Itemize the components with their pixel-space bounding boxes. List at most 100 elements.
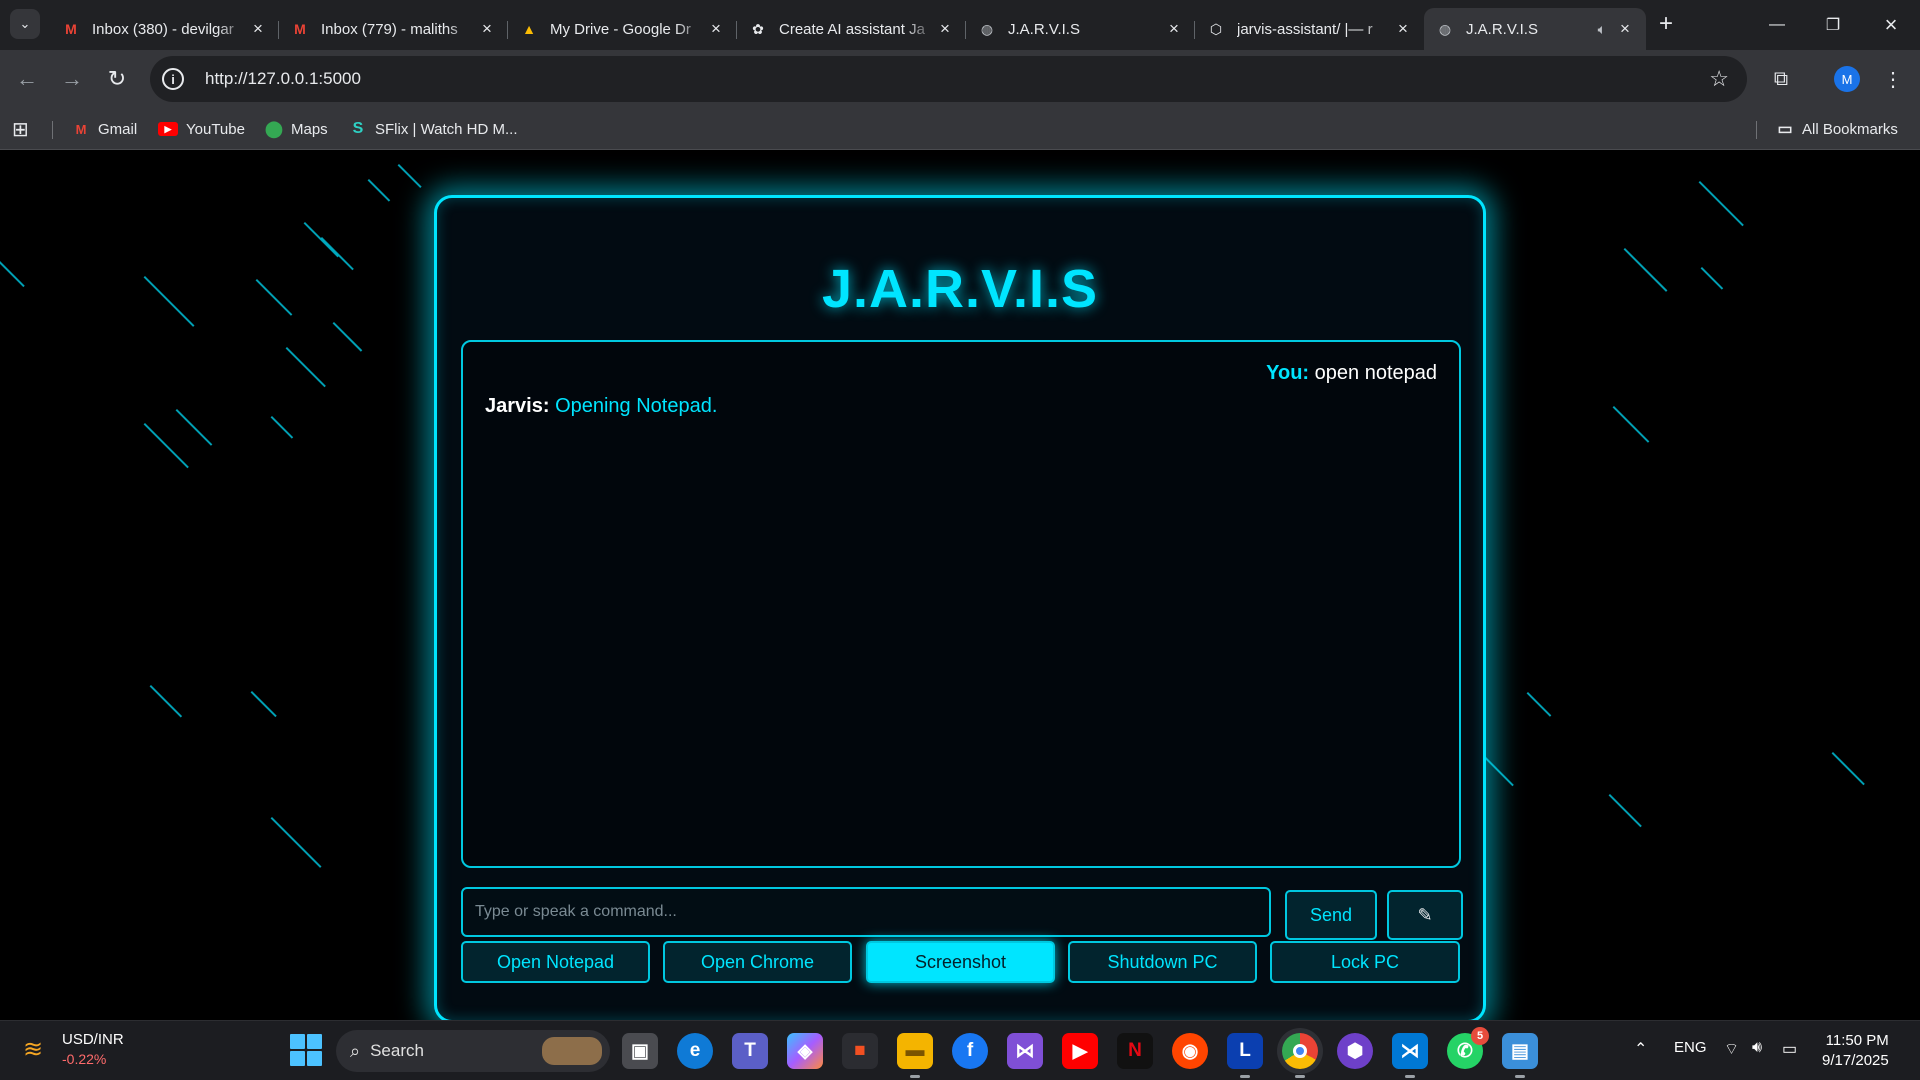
youtube-icon[interactable]: ▶ — [1062, 1033, 1098, 1069]
all-bookmarks-button[interactable]: ▭ All Bookmarks — [1776, 116, 1898, 142]
tab-search-button[interactable]: ⌄ — [10, 9, 40, 39]
chevron-up-icon[interactable]: ⌃ — [1634, 1039, 1647, 1059]
clock[interactable]: 11:50 PM 9/17/2025 — [1822, 1031, 1889, 1071]
assistant-message-text: Opening Notepad. — [555, 395, 718, 417]
gmail-icon: M — [75, 121, 87, 137]
tab-title: Create AI assistant Ja — [779, 20, 925, 38]
browser-tab-active[interactable]: ◍ J.A.R.V.I.S 🔈︎ × — [1424, 8, 1646, 50]
close-icon[interactable]: × — [1616, 19, 1634, 38]
close-icon[interactable]: × — [707, 19, 725, 38]
start-button[interactable] — [290, 1034, 322, 1066]
close-icon[interactable]: × — [936, 19, 954, 38]
whatsapp-icon[interactable]: ✆ 5 — [1447, 1027, 1489, 1069]
url-text[interactable]: http://127.0.0.1:5000 — [205, 69, 361, 89]
bookmark-gmail[interactable]: M Gmail — [72, 116, 138, 142]
apps-grid-icon: ⊞ — [12, 118, 29, 141]
browser-tab[interactable]: M Inbox (779) - maliths × — [279, 12, 508, 46]
close-icon[interactable]: × — [249, 19, 267, 38]
plus-icon: + — [1658, 10, 1673, 37]
volume-icon[interactable]: 🔊︎ — [1752, 1039, 1762, 1057]
reload-icon: ↻ — [107, 66, 127, 91]
netflix-icon[interactable]: N — [1117, 1033, 1153, 1069]
browser-tab[interactable]: M Inbox (380) - devilgar × — [50, 12, 279, 46]
address-bar[interactable]: i http://127.0.0.1:5000 ☆ — [150, 56, 1747, 102]
close-icon[interactable]: × — [1165, 19, 1183, 38]
tab-list: M Inbox (380) - devilgar × M Inbox (779)… — [50, 8, 1646, 50]
bookmark-youtube[interactable]: ▶ YouTube — [158, 116, 245, 142]
command-input[interactable] — [461, 887, 1271, 937]
shutdown-pc-button[interactable]: Shutdown PC — [1068, 941, 1257, 983]
visual-studio-icon[interactable]: ⋈ — [1007, 1033, 1043, 1069]
tab-title: jarvis-assistant/ |— r — [1237, 20, 1373, 38]
user-label: You: — [1266, 362, 1310, 384]
taskbar-search[interactable]: ⌕ Search — [336, 1030, 610, 1072]
browser-tab[interactable]: ✿ Create AI assistant Ja × — [737, 12, 966, 46]
all-bookmarks-label: All Bookmarks — [1802, 120, 1898, 138]
tab-title: Inbox (380) - devilgar — [92, 20, 234, 38]
extensions-button[interactable]: ⧉ — [1766, 64, 1796, 94]
light-streak — [255, 279, 293, 316]
light-streak — [1700, 267, 1724, 290]
globe-icon: ◍ — [980, 20, 994, 37]
copilot-icon[interactable]: ◈ — [787, 1033, 823, 1069]
bookmark-sflix[interactable]: S SFlix | Watch HD M... — [349, 116, 518, 142]
back-button[interactable]: ← — [12, 64, 42, 94]
open-notepad-button[interactable]: Open Notepad — [461, 941, 650, 983]
reddit-icon[interactable]: ◉ — [1172, 1033, 1208, 1069]
notepad-icon[interactable]: ▤ — [1502, 1033, 1538, 1078]
browser-tab[interactable]: ▲ My Drive - Google Dr × — [508, 12, 737, 46]
open-chrome-button[interactable]: Open Chrome — [663, 941, 852, 983]
tab-title: Inbox (779) - maliths — [321, 20, 458, 38]
light-streak — [143, 276, 195, 327]
close-icon[interactable]: × — [478, 19, 496, 38]
reload-button[interactable]: ↻ — [102, 64, 132, 94]
minimize-icon: — — [1769, 16, 1785, 33]
sflix-icon: S — [352, 120, 364, 137]
user-message-text: open notepad — [1314, 362, 1437, 384]
bookmark-maps[interactable]: ⬤ Maps — [265, 116, 328, 142]
task-view-icon[interactable]: ▣ — [622, 1033, 658, 1069]
ticker-change: -0.22% — [62, 1051, 107, 1067]
minimize-button[interactable]: — — [1748, 0, 1806, 50]
chevron-down-icon: ⌄ — [19, 16, 31, 31]
browser-tab[interactable]: ◍ J.A.R.V.I.S × — [966, 12, 1195, 46]
facebook-icon[interactable]: f — [952, 1033, 988, 1069]
speaker-icon[interactable]: 🔈︎ — [1598, 21, 1606, 38]
chrome-icon[interactable] — [1282, 1033, 1318, 1078]
github-desktop-icon[interactable]: ⬢ — [1337, 1033, 1373, 1069]
edge-icon[interactable]: e — [677, 1033, 713, 1069]
browser-tab[interactable]: ⬡ jarvis-assistant/ |— r × — [1195, 12, 1424, 46]
forward-button[interactable]: → — [57, 64, 87, 94]
screenshot-button[interactable]: Screenshot — [866, 941, 1055, 983]
menu-button[interactable]: ⋮ — [1878, 64, 1908, 94]
lock-pc-button[interactable]: Lock PC — [1270, 941, 1460, 983]
light-streak — [143, 423, 189, 469]
light-streak — [1608, 794, 1642, 828]
send-button[interactable]: Send — [1285, 890, 1377, 940]
mic-button[interactable]: ✎ — [1387, 890, 1463, 940]
star-icon[interactable]: ☆ — [1709, 66, 1729, 92]
lens-app-icon[interactable]: L — [1227, 1033, 1263, 1078]
new-tab-button[interactable]: + — [1652, 10, 1680, 38]
light-streak — [175, 409, 213, 446]
close-window-button[interactable]: × — [1862, 0, 1920, 50]
market-widget[interactable]: ≋ USD/INR -0.22% — [18, 1031, 124, 1067]
profile-avatar[interactable]: M — [1834, 66, 1860, 92]
microsoft-store-icon[interactable]: ■ — [842, 1033, 878, 1069]
close-icon[interactable]: × — [1394, 19, 1412, 38]
light-streak — [1612, 406, 1650, 443]
teams-icon[interactable]: T — [732, 1033, 768, 1069]
wifi-icon[interactable]: ⌔ — [1724, 1039, 1739, 1059]
apps-button[interactable]: ⊞ — [12, 116, 29, 142]
assistant-message: Jarvis: Opening Notepad. — [485, 395, 717, 418]
bookmark-label: Maps — [291, 120, 328, 138]
windows-logo-tile — [290, 1051, 305, 1066]
browser-tab-strip: ⌄ M Inbox (380) - devilgar × M Inbox (77… — [0, 0, 1920, 50]
light-streak — [285, 347, 326, 388]
restore-button[interactable]: ❐ — [1804, 0, 1862, 50]
info-icon[interactable]: i — [162, 68, 184, 90]
file-explorer-icon[interactable]: ▬ — [897, 1033, 933, 1078]
language-indicator[interactable]: ENG — [1674, 1039, 1707, 1056]
vscode-icon[interactable]: ⋊ — [1392, 1033, 1428, 1078]
battery-icon[interactable]: ▭ — [1782, 1039, 1797, 1059]
